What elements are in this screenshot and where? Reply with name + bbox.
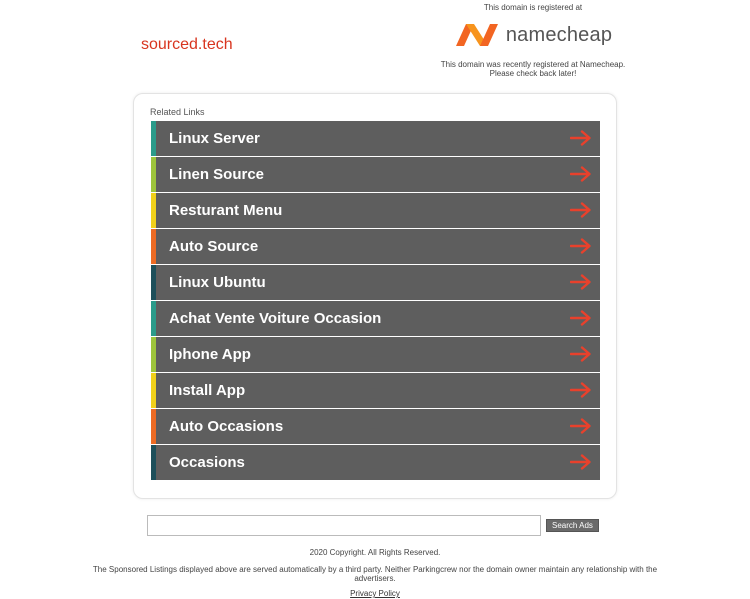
related-link-item[interactable]: Linux Server	[151, 121, 600, 156]
search-ads-button[interactable]: Search Ads	[546, 518, 599, 532]
arrow-right-icon	[570, 310, 591, 326]
arrow-right-icon	[570, 346, 591, 362]
related-link-label: Occasions	[169, 454, 245, 471]
registrar-note-line1: This domain was recently registered at N…	[440, 60, 626, 69]
related-link-item[interactable]: Install App	[151, 373, 600, 408]
related-link-item[interactable]: Auto Source	[151, 229, 600, 264]
related-links-list: Linux Server Linen Source Resturant Menu Au…	[151, 121, 600, 481]
related-link-item[interactable]: Linen Source	[151, 157, 600, 192]
related-link-item[interactable]: Linux Ubuntu	[151, 265, 600, 300]
related-link-item[interactable]: Auto Occasions	[151, 409, 600, 444]
related-link-label: Auto Occasions	[169, 418, 284, 435]
namecheap-wordmark: namecheap	[505, 23, 613, 46]
related-links-heading: Related Links	[150, 107, 205, 117]
disclaimer-text: The Sponsored Listings displayed above a…	[92, 565, 658, 583]
registrar-note-line2: Please check back later!	[489, 69, 577, 78]
parked-domain-page: sourced.tech This domain is registered a…	[0, 0, 750, 599]
related-link-item[interactable]: Resturant Menu	[151, 193, 600, 228]
search-row: Search Ads	[147, 513, 599, 537]
arrow-right-icon	[570, 274, 591, 290]
related-link-item[interactable]: Achat Vente Voiture Occasion	[151, 301, 600, 336]
related-link-label: Linux Ubuntu	[169, 274, 266, 291]
registrar-panel: This domain is registered at namecheap T…	[440, 3, 626, 78]
related-link-label: Auto Source	[169, 238, 259, 255]
search-input[interactable]	[147, 514, 541, 536]
arrow-right-icon	[570, 382, 591, 398]
related-link-item[interactable]: Occasions	[151, 445, 600, 480]
privacy-policy-link[interactable]: Privacy Policy	[85, 589, 665, 598]
arrow-right-icon	[570, 418, 591, 434]
copyright-text: 2020 Copyright. All Rights Reserved.	[309, 548, 441, 557]
arrow-right-icon	[570, 202, 591, 218]
arrow-right-icon	[570, 166, 591, 182]
related-link-label: Resturant Menu	[169, 202, 283, 219]
registrar-top-text: This domain is registered at	[483, 3, 583, 12]
namecheap-logo[interactable]: namecheap	[440, 17, 626, 53]
namecheap-logo-icon	[455, 24, 498, 46]
related-link-item[interactable]: Iphone App	[151, 337, 600, 372]
related-link-label: Achat Vente Voiture Occasion	[169, 310, 382, 327]
domain-title: sourced.tech	[141, 36, 233, 53]
related-links-box: Related Links Linux Server Linen Source Re…	[133, 93, 617, 499]
related-link-label: Iphone App	[169, 346, 251, 363]
related-link-label: Linux Server	[169, 130, 260, 147]
related-link-label: Install App	[169, 382, 246, 399]
arrow-right-icon	[570, 130, 591, 146]
arrow-right-icon	[570, 238, 591, 254]
related-link-label: Linen Source	[169, 166, 265, 183]
arrow-right-icon	[570, 454, 591, 470]
